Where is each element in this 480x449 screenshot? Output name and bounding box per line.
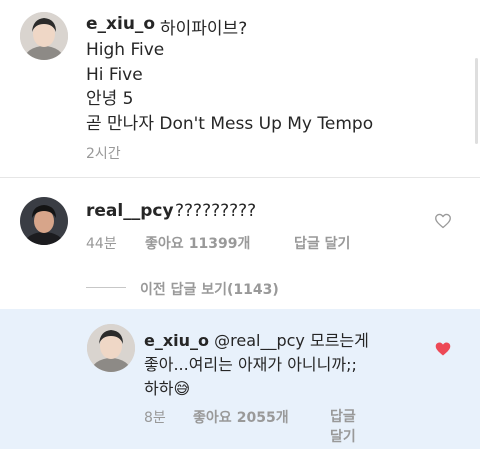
comment-username[interactable]: real__pcy [86, 201, 174, 221]
reply-username[interactable]: e_xiu_o [144, 331, 209, 350]
reply-text-line: 좋아...여리는 아재가 아니니까;; [144, 355, 357, 374]
view-replies-line [86, 287, 126, 288]
comment-avatar[interactable] [20, 197, 68, 245]
reply-reply-button[interactable]: 답글 달기 [330, 407, 356, 447]
reply-line: 하하😅 [144, 377, 444, 401]
caption-divider [0, 177, 480, 178]
reply-likes[interactable]: 좋아요 2055개 [193, 407, 289, 427]
post-caption-line: 곧 만나자 Don't Mess Up My Tempo [86, 113, 374, 134]
reply-avatar-image [87, 324, 135, 372]
reply-line: e_xiu_o @real__pcy 모르는게 [144, 329, 444, 353]
heart-outline-icon[interactable] [434, 213, 452, 229]
post-username[interactable]: e_xiu_o [86, 14, 155, 34]
comment-likes-count: 11399개 [188, 236, 251, 252]
post-avatar[interactable] [20, 12, 68, 60]
comment-reply-button[interactable]: 답글 달기 [294, 233, 350, 253]
comment-likes-label: 좋아요 [145, 236, 184, 252]
comment-avatar-image [20, 197, 68, 245]
post-avatar-image [20, 12, 68, 60]
post-caption-body: High Five Hi Five 안녕 5 곧 만나자 Don't Mess … [86, 38, 373, 136]
reply-likes-count: 2055개 [236, 410, 289, 426]
post-caption-line: Hi Five [86, 64, 143, 85]
comment-text: ????????? [175, 201, 257, 221]
reply-mention[interactable]: @real__pcy [214, 331, 305, 350]
reply-button-line: 달기 [330, 429, 356, 445]
reply-text-part: 모르는게 [309, 331, 369, 350]
view-previous-replies-link[interactable]: 이전 답글 보기(1143) [140, 279, 279, 299]
reply-likes-label: 좋아요 [193, 410, 232, 426]
post-caption-line: High Five [86, 40, 165, 60]
sweat-smile-emoji: 😅 [173, 379, 191, 398]
post-timestamp: 2시간 [86, 146, 121, 162]
post-caption-first-line: 하이파이브? [160, 19, 248, 39]
reply-button-line: 답글 [330, 409, 356, 425]
reply-avatar[interactable] [87, 324, 135, 372]
reply-body: e_xiu_o @real__pcy 모르는게 좋아...여리는 아재가 아니니… [144, 329, 444, 401]
scrollbar[interactable] [475, 58, 478, 144]
post-caption-line: 안녕 5 [86, 89, 134, 109]
comment-timestamp: 44분 [86, 236, 117, 252]
reply-timestamp: 8분 [144, 410, 166, 426]
heart-filled-icon[interactable] [434, 341, 452, 357]
comment-likes[interactable]: 좋아요 11399개 [145, 233, 250, 253]
reply-text-part: 하하 [144, 379, 174, 398]
